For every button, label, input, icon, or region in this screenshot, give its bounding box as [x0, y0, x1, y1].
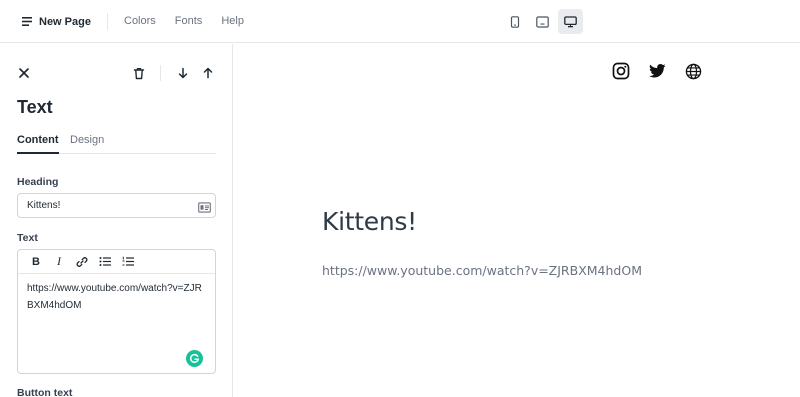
- button-text-label: Button text: [17, 387, 73, 397]
- bullet-list-button[interactable]: [98, 255, 112, 269]
- text-label: Text: [17, 232, 38, 244]
- preview-heading[interactable]: Kittens!: [322, 207, 417, 236]
- top-bar: New Page Colors Fonts Help: [0, 0, 800, 43]
- text-editor-content[interactable]: https://www.youtube.com/watch?v=ZJRBXM4h…: [27, 280, 207, 314]
- twitter-icon[interactable]: [647, 61, 667, 81]
- panel-tabs: Content Design: [17, 133, 216, 154]
- numbered-list-button[interactable]: [121, 255, 135, 269]
- grammarly-button[interactable]: [186, 350, 203, 367]
- bullet-list-icon: [99, 257, 111, 266]
- tab-content[interactable]: Content: [17, 133, 59, 154]
- heading-label: Heading: [17, 176, 59, 188]
- desktop-view-button[interactable]: [558, 9, 583, 34]
- close-icon: [19, 68, 29, 78]
- tab-design[interactable]: Design: [70, 133, 104, 147]
- heading-input[interactable]: [27, 194, 192, 217]
- link-button[interactable]: [75, 255, 89, 269]
- desktop-icon: [564, 15, 577, 27]
- italic-button[interactable]: I: [52, 254, 66, 269]
- bold-button[interactable]: B: [29, 255, 43, 269]
- move-down-button[interactable]: [175, 65, 191, 81]
- social-links: [611, 61, 703, 81]
- arrow-up-icon: [203, 67, 213, 79]
- page-menu-button[interactable]: New Page: [22, 13, 91, 31]
- tablet-icon: [536, 15, 549, 28]
- arrow-down-icon: [178, 67, 188, 79]
- tablet-view-button[interactable]: [530, 9, 555, 34]
- nav-help[interactable]: Help: [221, 13, 244, 30]
- trash-icon: [133, 67, 145, 79]
- page-title: New Page: [39, 16, 91, 28]
- divider: [107, 13, 108, 30]
- link-icon: [76, 256, 88, 267]
- editor-toolbar: B I: [18, 250, 215, 274]
- mobile-icon: [510, 15, 519, 28]
- page-preview: Kittens! https://www.youtube.com/watch?v…: [234, 44, 800, 397]
- menu-icon: [22, 13, 32, 31]
- preview-text[interactable]: https://www.youtube.com/watch?v=ZJRBXM4h…: [322, 263, 642, 278]
- contact-card-icon[interactable]: [198, 200, 211, 218]
- numbered-list-icon: [122, 256, 134, 266]
- text-editor: B I https://www.youtube.com/watch?v=ZJRB…: [17, 249, 216, 374]
- instagram-icon[interactable]: [611, 61, 631, 81]
- globe-icon[interactable]: [683, 61, 703, 81]
- mobile-view-button[interactable]: [502, 9, 527, 34]
- nav-colors[interactable]: Colors: [124, 13, 156, 30]
- close-button[interactable]: [16, 65, 32, 81]
- move-up-button[interactable]: [200, 65, 216, 81]
- heading-field: [17, 193, 216, 218]
- divider: [160, 65, 161, 81]
- grammarly-icon: [189, 353, 200, 363]
- edit-panel: Text Content Design Heading Text B I htt…: [0, 44, 233, 397]
- delete-button[interactable]: [131, 65, 147, 81]
- nav-fonts[interactable]: Fonts: [175, 13, 203, 30]
- panel-title: Text: [17, 97, 53, 117]
- device-switcher: [502, 9, 583, 34]
- top-nav: Colors Fonts Help: [124, 13, 244, 30]
